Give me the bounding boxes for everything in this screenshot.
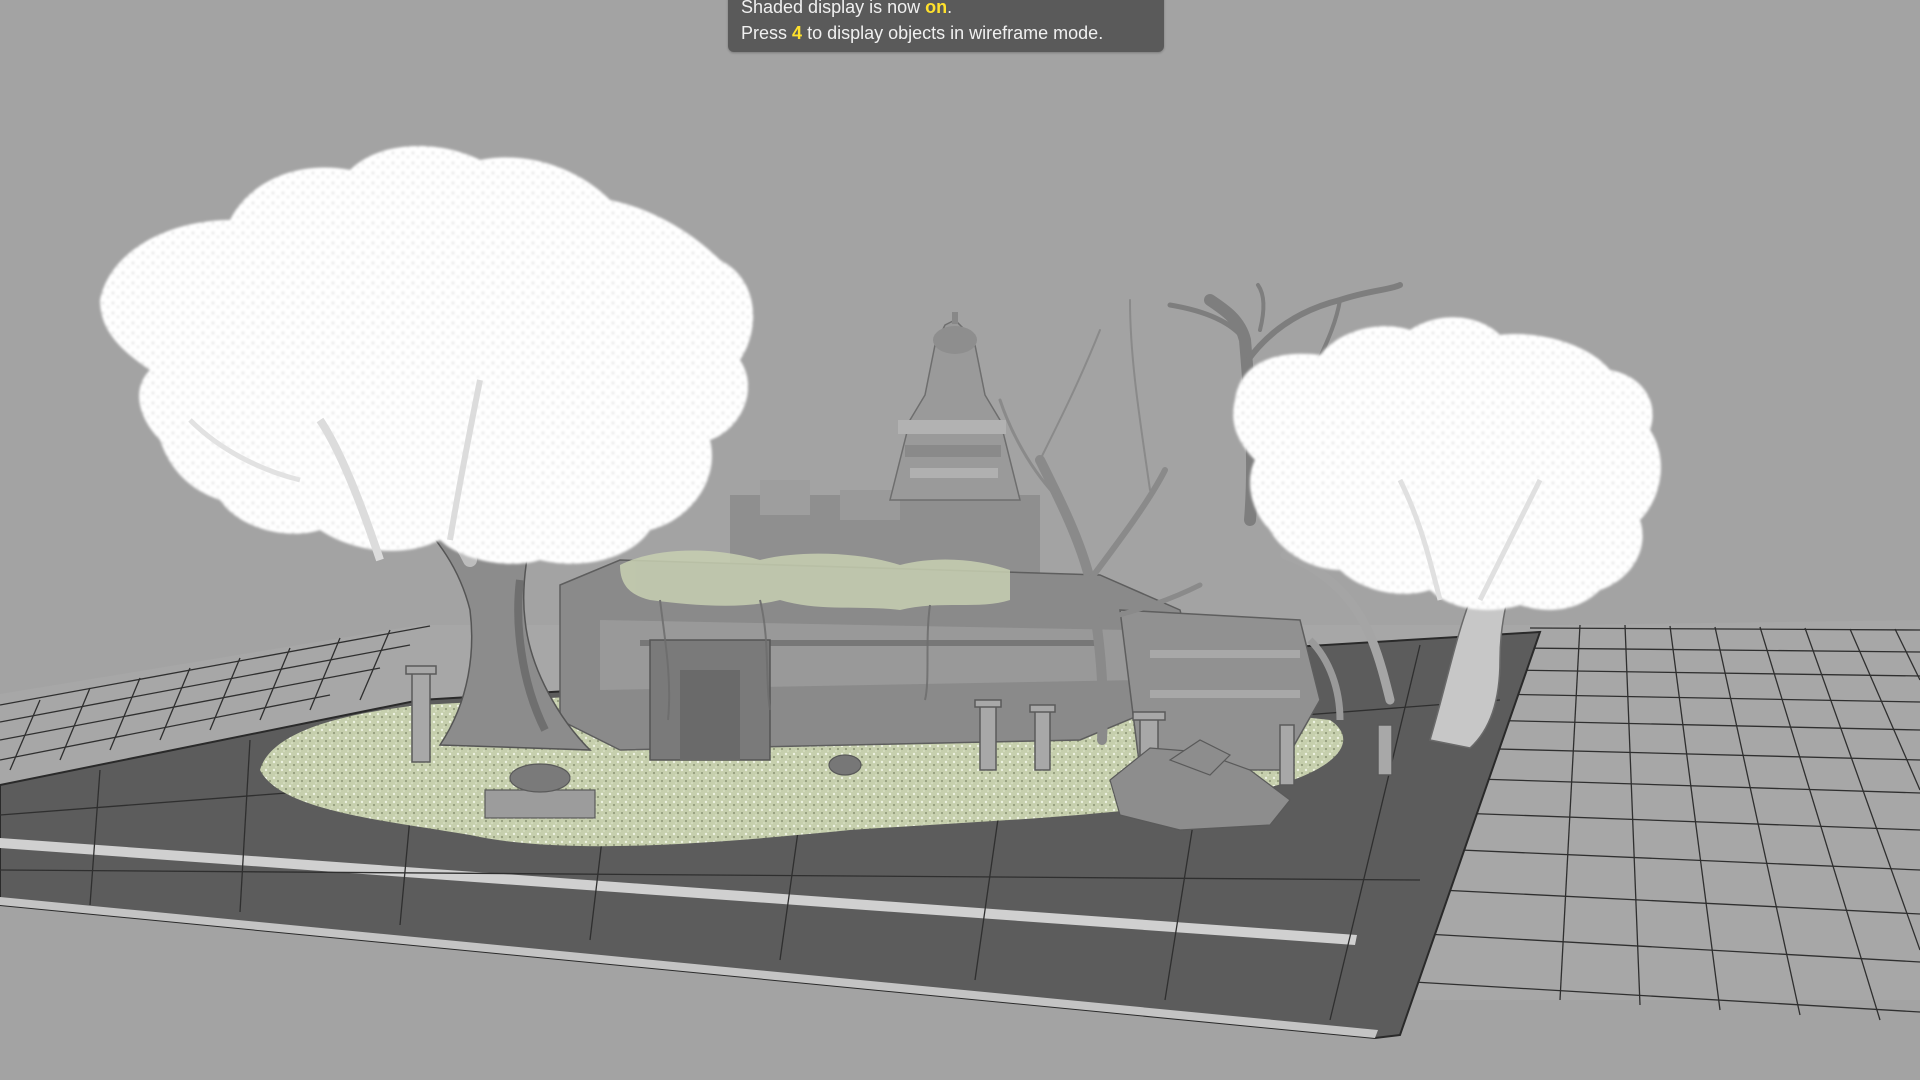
viewport-canvas[interactable] (0, 0, 1920, 1080)
hud-wireframe-text: to display objects in wireframe mode. (807, 23, 1104, 43)
hud-hotkey: 4 (792, 23, 803, 43)
hud-press-label: Press (741, 23, 788, 43)
hud-shaded-suffix: . (947, 0, 953, 17)
left-tree-canopy (100, 146, 754, 564)
hud-line-wireframe-hint: Press 4 to display objects in wireframe … (741, 20, 1152, 46)
right-tree-canopy (1233, 317, 1661, 610)
hud-shaded-prefix: Shaded display is now (741, 0, 921, 17)
viewport-hud-message: Shaded display is now on. Press 4 to dis… (728, 0, 1164, 52)
hud-line-shaded: Shaded display is now on. (741, 0, 1152, 20)
maya-3d-viewport[interactable] (0, 0, 1920, 1080)
hud-shaded-state: on (925, 0, 948, 17)
